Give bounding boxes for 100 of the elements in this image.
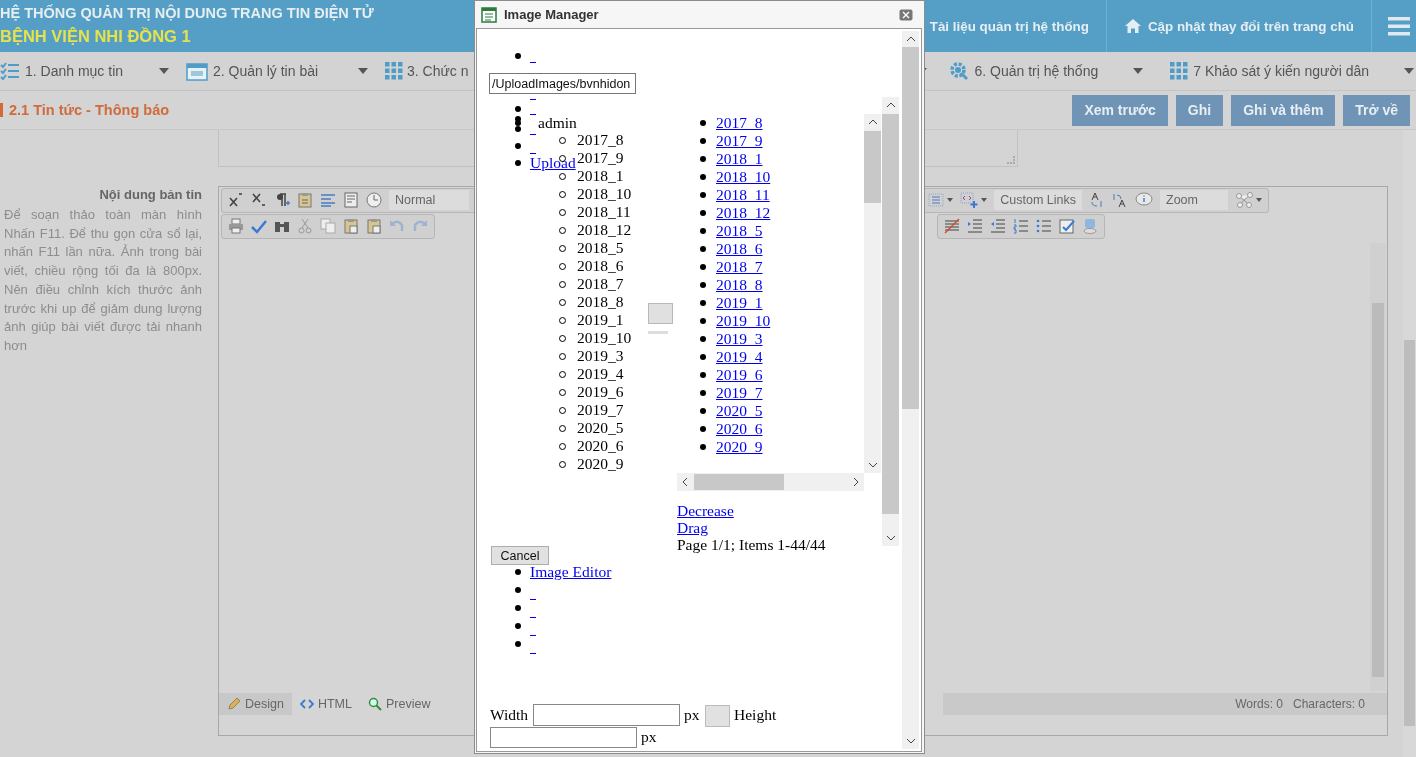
- folder-item[interactable]: 2018_7: [577, 275, 624, 293]
- indent-icon[interactable]: [967, 218, 983, 234]
- folder-link[interactable]: 2019_7: [716, 384, 763, 402]
- checkbox-icon[interactable]: [1059, 218, 1075, 234]
- scrollbar[interactable]: [677, 473, 864, 491]
- menu-item[interactable]: 1. Danh mục tin: [0, 62, 186, 80]
- network-icon[interactable]: [1235, 192, 1253, 208]
- zoom-select[interactable]: Zoom: [1160, 190, 1228, 210]
- scroll-thumb[interactable]: [864, 131, 881, 203]
- scroll-thumb[interactable]: [694, 474, 784, 490]
- custom-links-select[interactable]: Custom Links: [994, 190, 1082, 210]
- folder-link[interactable]: 2018_11: [716, 186, 770, 204]
- editor-tab[interactable]: Design: [219, 693, 292, 715]
- clipboard-icon[interactable]: [297, 192, 313, 208]
- folder-item[interactable]: 2019_7: [577, 401, 624, 419]
- folder-link[interactable]: 2017_8: [716, 114, 763, 132]
- folder-item[interactable]: 2018_6: [577, 257, 624, 275]
- width-field[interactable]: [533, 704, 680, 726]
- upload-link[interactable]: Upload: [530, 154, 576, 172]
- folder-item[interactable]: 2018_8: [577, 293, 624, 311]
- undo-icon[interactable]: [389, 218, 405, 234]
- folder-link[interactable]: 2020_5: [716, 402, 763, 420]
- scrollbar[interactable]: [902, 31, 919, 749]
- caret-icon[interactable]: [1256, 198, 1262, 202]
- format-select[interactable]: Normal: [389, 190, 469, 210]
- menu-item[interactable]: 3. Chức n: [385, 62, 486, 80]
- chevron-up-icon[interactable]: [886, 102, 896, 108]
- menu-item[interactable]: 2. Quản lý tin bài: [186, 61, 385, 81]
- superscript-icon[interactable]: [228, 192, 244, 208]
- scrollbar[interactable]: [1403, 130, 1416, 757]
- path-field[interactable]: /UploadImages/bvnhidon: [489, 73, 636, 94]
- info-icon[interactable]: [1135, 192, 1153, 208]
- folder-item[interactable]: 2018_11: [577, 203, 631, 221]
- copy-icon[interactable]: [320, 218, 336, 234]
- ratio-toggle[interactable]: [705, 705, 730, 727]
- folder-item[interactable]: 2019_3: [577, 347, 624, 365]
- resize-grip[interactable]: [1007, 156, 1015, 164]
- folder-link[interactable]: 2020_6: [716, 420, 763, 438]
- folder-item[interactable]: 2020_5: [577, 419, 624, 437]
- scroll-thumb[interactable]: [902, 47, 919, 409]
- chevron-down-icon[interactable]: [868, 462, 878, 468]
- editor-tab[interactable]: Preview: [359, 693, 439, 715]
- scrollbar[interactable]: [1370, 243, 1386, 691]
- check-icon[interactable]: [251, 218, 267, 234]
- folder-item[interactable]: 2020_6: [577, 437, 624, 455]
- menu-item[interactable]: 7 Khảo sát ý kiến người dân: [1170, 62, 1416, 80]
- doc-icon[interactable]: [343, 192, 359, 208]
- chevron-up-icon[interactable]: [906, 36, 916, 42]
- lines-icon[interactable]: [320, 192, 336, 208]
- folder-link[interactable]: 2018_1: [716, 150, 763, 168]
- folder-link[interactable]: 2019_10: [716, 312, 771, 330]
- folder-link[interactable]: 2018_10: [716, 168, 771, 186]
- image-editor-link[interactable]: Image Editor: [530, 563, 612, 581]
- caret-icon[interactable]: [947, 198, 954, 202]
- decrease-link[interactable]: Decrease: [677, 502, 734, 519]
- scrollbar[interactable]: [864, 114, 881, 473]
- folder-link[interactable]: 2019_4: [716, 348, 763, 366]
- folder-item[interactable]: 2018_12: [577, 221, 632, 239]
- close-icon[interactable]: [899, 8, 913, 21]
- folder-link[interactable]: 2018_8: [716, 276, 763, 294]
- folder-link[interactable]: 2018_6: [716, 240, 763, 258]
- outdent-icon[interactable]: [990, 218, 1006, 234]
- menu-icon[interactable]: [1388, 16, 1410, 36]
- numbered-list-icon[interactable]: [1013, 218, 1029, 234]
- caret-icon[interactable]: [981, 198, 988, 202]
- folder-item[interactable]: 2019_6: [577, 383, 624, 401]
- folder-item[interactable]: 2018_5: [577, 239, 624, 257]
- pilcrow-icon[interactable]: [274, 192, 290, 208]
- folder-link[interactable]: 2018_5: [716, 222, 763, 240]
- code-insert-icon[interactable]: [960, 192, 979, 208]
- chevron-down-icon[interactable]: [906, 738, 916, 744]
- folder-link[interactable]: 2019_1: [716, 294, 763, 312]
- clock-icon[interactable]: [366, 192, 382, 208]
- folder-link[interactable]: 2017_9: [716, 132, 763, 150]
- strike-lines-icon[interactable]: [944, 218, 960, 234]
- folder-item[interactable]: 2017_8: [577, 131, 624, 149]
- monitor-icon[interactable]: [1082, 218, 1098, 234]
- redo-icon[interactable]: [412, 218, 428, 234]
- printer-icon[interactable]: [228, 218, 244, 234]
- folder-item[interactable]: 2017_9: [577, 149, 624, 167]
- bullet-list-icon[interactable]: [1036, 218, 1052, 234]
- clipboard-icon[interactable]: [366, 218, 382, 234]
- folder-item[interactable]: 2019_4: [577, 365, 624, 383]
- drag-link[interactable]: Drag: [677, 519, 708, 536]
- folder-item[interactable]: 2020_9: [577, 455, 624, 473]
- folder-item[interactable]: 2018_1: [577, 167, 624, 185]
- chevron-right-icon[interactable]: [853, 477, 859, 487]
- height-field[interactable]: [490, 727, 637, 748]
- chevron-down-icon[interactable]: [886, 535, 896, 541]
- scissors-icon[interactable]: [297, 218, 313, 234]
- menu-item[interactable]: 6. Quản trị hệ thống: [949, 61, 1171, 81]
- chevron-up-icon[interactable]: [868, 119, 878, 125]
- text-direction-icon[interactable]: [1089, 192, 1105, 208]
- subscript-icon[interactable]: [251, 192, 267, 208]
- clipboard-icon[interactable]: [343, 218, 359, 234]
- folder-link[interactable]: 2018_12: [716, 204, 771, 222]
- folder-item[interactable]: 2019_10: [577, 329, 632, 347]
- folder-link[interactable]: 2019_6: [716, 366, 763, 384]
- editor-tab[interactable]: HTML: [291, 693, 360, 715]
- folder-link[interactable]: 2020_9: [716, 438, 763, 456]
